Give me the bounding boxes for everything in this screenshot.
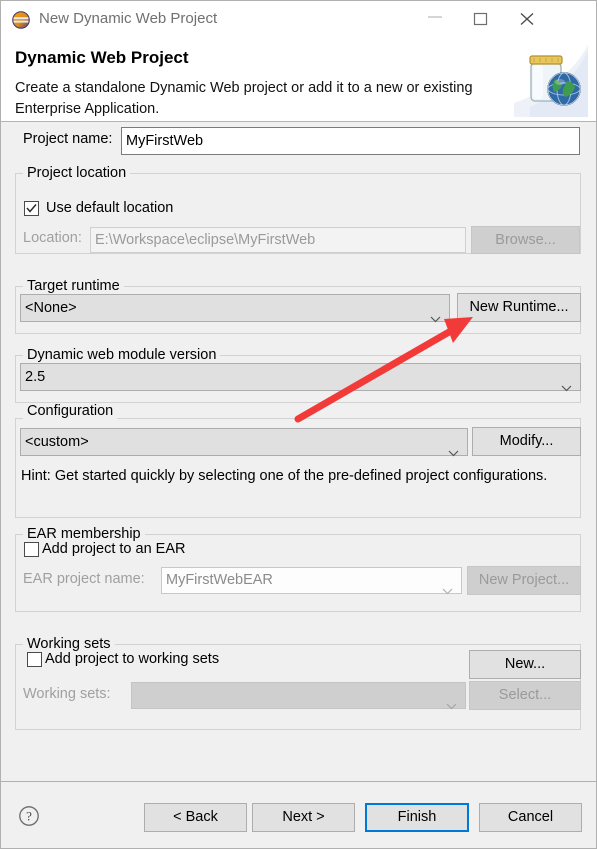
module-version-value: 2.5 [25,369,46,385]
configuration-combo[interactable]: <custom> [20,428,468,457]
new-runtime-button[interactable]: New Runtime... [457,293,581,322]
chevron-down-icon [442,579,453,604]
use-default-location-label[interactable]: Use default location [46,200,173,216]
add-project-to-ear-checkbox[interactable] [24,542,39,557]
target-runtime-value: <None> [25,300,77,316]
new-dynamic-web-project-dialog: New Dynamic Web Project Dynamic Web Proj… [0,0,597,849]
configuration-group-title: Configuration [23,403,118,419]
project-location-group-title: Project location [23,165,131,181]
page-title: Dynamic Web Project [15,48,189,67]
question-mark-help-icon[interactable]: ? [18,805,40,827]
wizard-header: Dynamic Web Project Create a standalone … [1,40,596,122]
project-name-input[interactable]: MyFirstWeb [121,127,580,155]
add-project-to-ear-label[interactable]: Add project to an EAR [42,541,185,557]
finish-button[interactable]: Finish [365,803,469,832]
configuration-value: <custom> [25,434,89,450]
page-description: Create a standalone Dynamic Web project … [15,80,473,117]
target-runtime-combo[interactable]: <None> [20,294,450,323]
web-archive-jar-globe-icon [514,45,588,117]
cancel-button[interactable]: Cancel [479,803,582,832]
ear-membership-group-title: EAR membership [23,526,145,542]
window-title: New Dynamic Web Project [39,10,218,27]
working-sets-combo [131,682,466,709]
back-button[interactable]: < Back [144,803,247,832]
project-name-label: Project name: [23,131,113,147]
browse-button: Browse... [471,226,580,254]
location-label: Location: [23,230,82,246]
svg-text:?: ? [26,809,32,824]
module-version-group-title: Dynamic web module version [23,347,221,363]
modify-button[interactable]: Modify... [472,427,581,456]
use-default-location-checkbox[interactable] [24,201,39,216]
eclipse-logo-icon [12,11,30,29]
title-bar: New Dynamic Web Project [1,1,596,40]
ear-project-name-combo: MyFirstWebEAR [161,567,462,594]
select-working-sets-button: Select... [469,681,581,710]
chevron-down-icon [446,694,457,719]
target-runtime-group-title: Target runtime [23,278,124,294]
close-button[interactable] [504,1,550,33]
wizard-body: Project name: MyFirstWeb Project locatio… [1,122,596,781]
next-button[interactable]: Next > [252,803,355,832]
add-project-to-working-sets-checkbox[interactable] [27,652,42,667]
configuration-hint: Hint: Get started quickly by selecting o… [21,468,548,484]
new-working-set-button[interactable]: New... [469,650,581,679]
dialog-footer: ? < Back Next > Finish Cancel [1,781,596,848]
module-version-combo[interactable]: 2.5 [20,363,581,392]
chevron-down-icon [430,306,441,332]
chevron-down-icon [561,375,572,401]
add-project-to-working-sets-label[interactable]: Add project to working sets [45,651,219,667]
maximize-button[interactable] [458,1,504,33]
working-sets-label: Working sets: [23,686,111,702]
location-input: E:\Workspace\eclipse\MyFirstWeb [90,227,466,253]
ear-project-name-label: EAR project name: [23,571,145,587]
ear-project-name-value: MyFirstWebEAR [166,572,273,588]
working-sets-group-title: Working sets [23,636,115,652]
chevron-down-icon [448,440,459,466]
new-ear-project-button: New Project... [467,566,581,595]
minimize-button[interactable] [412,1,458,33]
